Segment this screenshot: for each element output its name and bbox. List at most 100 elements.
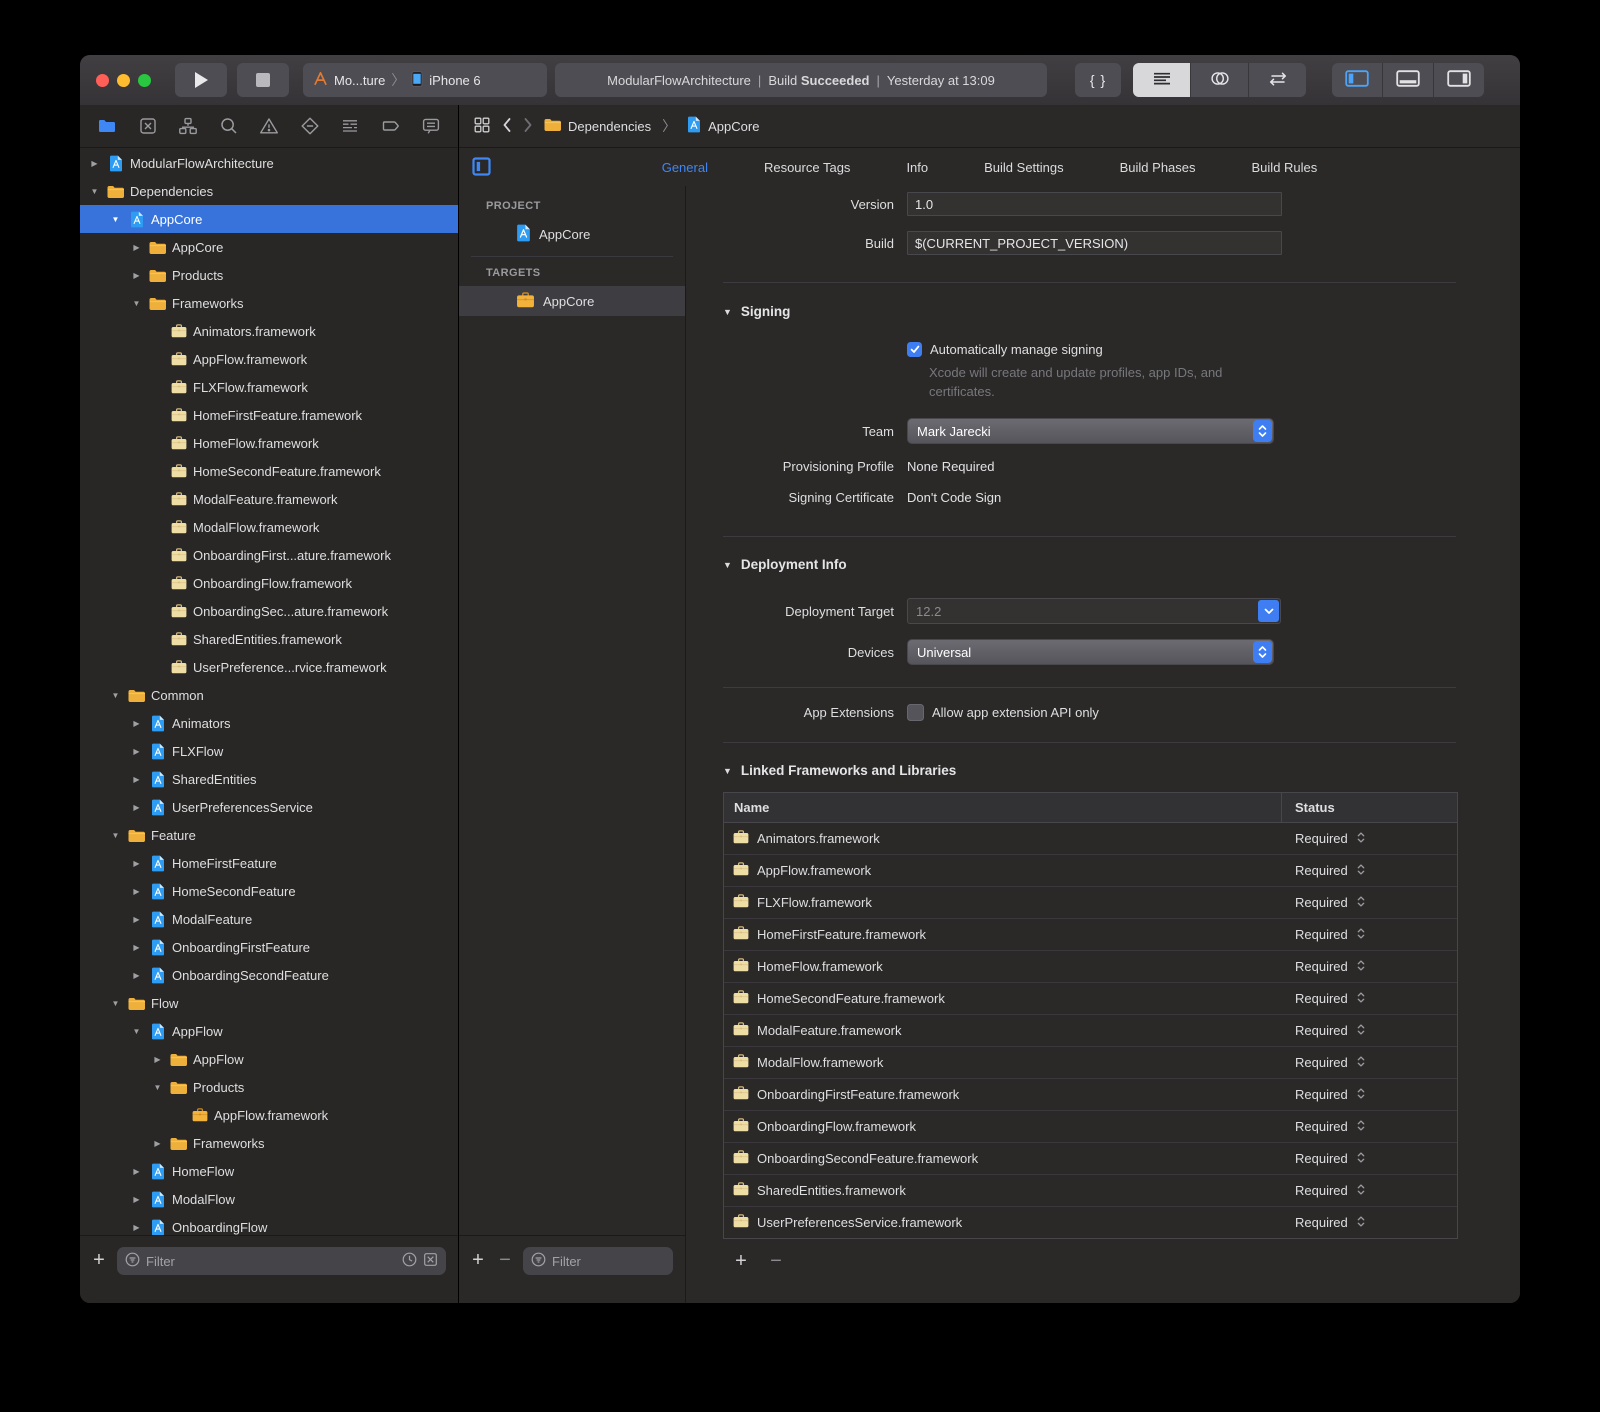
jumpbar-item[interactable]: AppCore: [687, 116, 759, 136]
status-stepper-icon[interactable]: [1357, 1023, 1365, 1039]
status-stepper-icon[interactable]: [1357, 927, 1365, 943]
tree-item[interactable]: ▶OnboardingSecondFeature: [80, 961, 458, 989]
status-stepper-icon[interactable]: [1357, 1055, 1365, 1071]
status-stepper-icon[interactable]: [1357, 831, 1365, 847]
disclosure-triangle[interactable]: ▶: [151, 1055, 164, 1064]
tree-item[interactable]: OnboardingFirst...ature.framework: [80, 541, 458, 569]
run-button[interactable]: [175, 63, 227, 97]
framework-row[interactable]: SharedEntities.frameworkRequired: [724, 1174, 1457, 1206]
version-editor-button[interactable]: [1248, 63, 1306, 97]
team-popup[interactable]: Mark Jarecki: [907, 418, 1274, 444]
tree-item[interactable]: ▶Products: [80, 261, 458, 289]
disclosure-triangle[interactable]: ▼: [151, 1083, 164, 1092]
disclosure-triangle[interactable]: ▼: [109, 215, 122, 224]
tree-item[interactable]: ▶SharedEntities: [80, 765, 458, 793]
remove-target-button[interactable]: −: [496, 1247, 514, 1273]
build-field[interactable]: $(CURRENT_PROJECT_VERSION): [907, 231, 1282, 255]
jumpbar-group[interactable]: Dependencies: [544, 118, 651, 134]
nav-tab-issue-navigator[interactable]: [256, 116, 282, 136]
tree-item[interactable]: ▼Feature: [80, 821, 458, 849]
related-items-icon[interactable]: [473, 116, 491, 137]
nav-tab-find-navigator[interactable]: [216, 116, 242, 136]
remove-framework-button[interactable]: −: [767, 1248, 785, 1274]
framework-row[interactable]: HomeFirstFeature.frameworkRequired: [724, 918, 1457, 950]
status-stepper-icon[interactable]: [1357, 895, 1365, 911]
signing-section-header[interactable]: ▼ Signing: [723, 304, 1456, 319]
tab-info[interactable]: Info: [906, 160, 928, 175]
disclosure-triangle[interactable]: ▶: [130, 1195, 143, 1204]
nav-tab-breakpoint-navigator[interactable]: [378, 116, 404, 136]
automatically-manage-signing-checkbox[interactable]: [907, 342, 922, 357]
framework-row[interactable]: UserPreferencesService.frameworkRequired: [724, 1206, 1457, 1238]
tree-item[interactable]: ▼Common: [80, 681, 458, 709]
disclosure-triangle[interactable]: ▶: [130, 803, 143, 812]
disclosure-triangle[interactable]: ▶: [151, 1139, 164, 1148]
status-stepper-icon[interactable]: [1357, 959, 1365, 975]
standard-editor-button[interactable]: [1133, 63, 1190, 97]
tree-item[interactable]: UserPreference...rvice.framework: [80, 653, 458, 681]
disclosure-triangle[interactable]: ▶: [130, 271, 143, 280]
tree-item[interactable]: ▶ModalFeature: [80, 905, 458, 933]
framework-row[interactable]: AppFlow.frameworkRequired: [724, 854, 1457, 886]
tree-item[interactable]: ▼Dependencies: [80, 177, 458, 205]
framework-row[interactable]: HomeFlow.frameworkRequired: [724, 950, 1457, 982]
nav-tab-project-navigator[interactable]: [94, 116, 120, 136]
nav-tab-symbol-navigator[interactable]: [175, 116, 201, 136]
nav-tab-report-navigator[interactable]: [418, 116, 444, 136]
disclosure-triangle[interactable]: ▶: [130, 943, 143, 952]
tree-item[interactable]: HomeSecondFeature.framework: [80, 457, 458, 485]
tree-item[interactable]: ▶HomeFlow: [80, 1157, 458, 1185]
disclosure-triangle[interactable]: ▶: [130, 1167, 143, 1176]
add-target-button[interactable]: +: [469, 1247, 487, 1273]
tree-item[interactable]: OnboardingFlow.framework: [80, 569, 458, 597]
navigator-filter-field[interactable]: Filter: [117, 1247, 446, 1275]
disclosure-triangle[interactable]: ▶: [130, 887, 143, 896]
tree-item[interactable]: FLXFlow.framework: [80, 373, 458, 401]
add-framework-button[interactable]: +: [732, 1248, 750, 1274]
deployment-info-section-header[interactable]: ▼ Deployment Info: [723, 557, 1456, 572]
tree-item[interactable]: ▼Products: [80, 1073, 458, 1101]
disclosure-triangle[interactable]: ▶: [130, 719, 143, 728]
close-window-button[interactable]: [96, 74, 109, 87]
disclosure-triangle[interactable]: ▼: [109, 691, 122, 700]
tree-item[interactable]: AppFlow.framework: [80, 345, 458, 373]
disclosure-triangle[interactable]: ▶: [130, 971, 143, 980]
tree-item[interactable]: ▼AppFlow: [80, 1017, 458, 1045]
disclosure-triangle[interactable]: ▶: [130, 1223, 143, 1232]
disclosure-triangle[interactable]: ▶: [130, 747, 143, 756]
disclosure-triangle[interactable]: ▶: [130, 775, 143, 784]
disclosure-triangle[interactable]: ▶: [130, 915, 143, 924]
tree-item[interactable]: ModalFlow.framework: [80, 513, 458, 541]
framework-row[interactable]: ModalFlow.frameworkRequired: [724, 1046, 1457, 1078]
status-stepper-icon[interactable]: [1357, 991, 1365, 1007]
toggle-navigator-button[interactable]: [1332, 63, 1382, 97]
tree-item[interactable]: ▶Animators: [80, 709, 458, 737]
minimize-window-button[interactable]: [117, 74, 130, 87]
scm-status-filter-icon[interactable]: [423, 1252, 438, 1270]
tree-item[interactable]: ▶ModalFlow: [80, 1185, 458, 1213]
status-stepper-icon[interactable]: [1357, 1151, 1365, 1167]
status-stepper-icon[interactable]: [1357, 1087, 1365, 1103]
disclosure-triangle[interactable]: ▼: [88, 187, 101, 196]
tree-item[interactable]: ▶AppFlow: [80, 1045, 458, 1073]
tab-build-rules[interactable]: Build Rules: [1252, 160, 1318, 175]
disclosure-triangle[interactable]: ▶: [130, 859, 143, 868]
activity-viewer[interactable]: ModularFlowArchitecture | Build Succeede…: [555, 63, 1047, 97]
nav-tab-source-control-navigator[interactable]: [135, 116, 161, 136]
tree-item[interactable]: Animators.framework: [80, 317, 458, 345]
tree-item[interactable]: ▶FLXFlow: [80, 737, 458, 765]
library-button[interactable]: { }: [1075, 63, 1121, 97]
tree-item[interactable]: ▶Frameworks: [80, 1129, 458, 1157]
deployment-target-combo[interactable]: 12.2: [907, 598, 1281, 624]
tab-resource-tags[interactable]: Resource Tags: [764, 160, 850, 175]
nav-tab-debug-navigator[interactable]: [337, 116, 363, 136]
framework-row[interactable]: ModalFeature.frameworkRequired: [724, 1014, 1457, 1046]
targets-filter-field[interactable]: Filter: [523, 1247, 673, 1275]
tree-item[interactable]: OnboardingSec...ature.framework: [80, 597, 458, 625]
disclosure-triangle[interactable]: ▶: [130, 243, 143, 252]
tree-item[interactable]: SharedEntities.framework: [80, 625, 458, 653]
add-item-button[interactable]: +: [90, 1247, 108, 1273]
hide-projects-list-button[interactable]: [472, 157, 491, 179]
status-stepper-icon[interactable]: [1357, 1215, 1365, 1231]
linked-frameworks-section-header[interactable]: ▼ Linked Frameworks and Libraries: [723, 763, 1456, 778]
